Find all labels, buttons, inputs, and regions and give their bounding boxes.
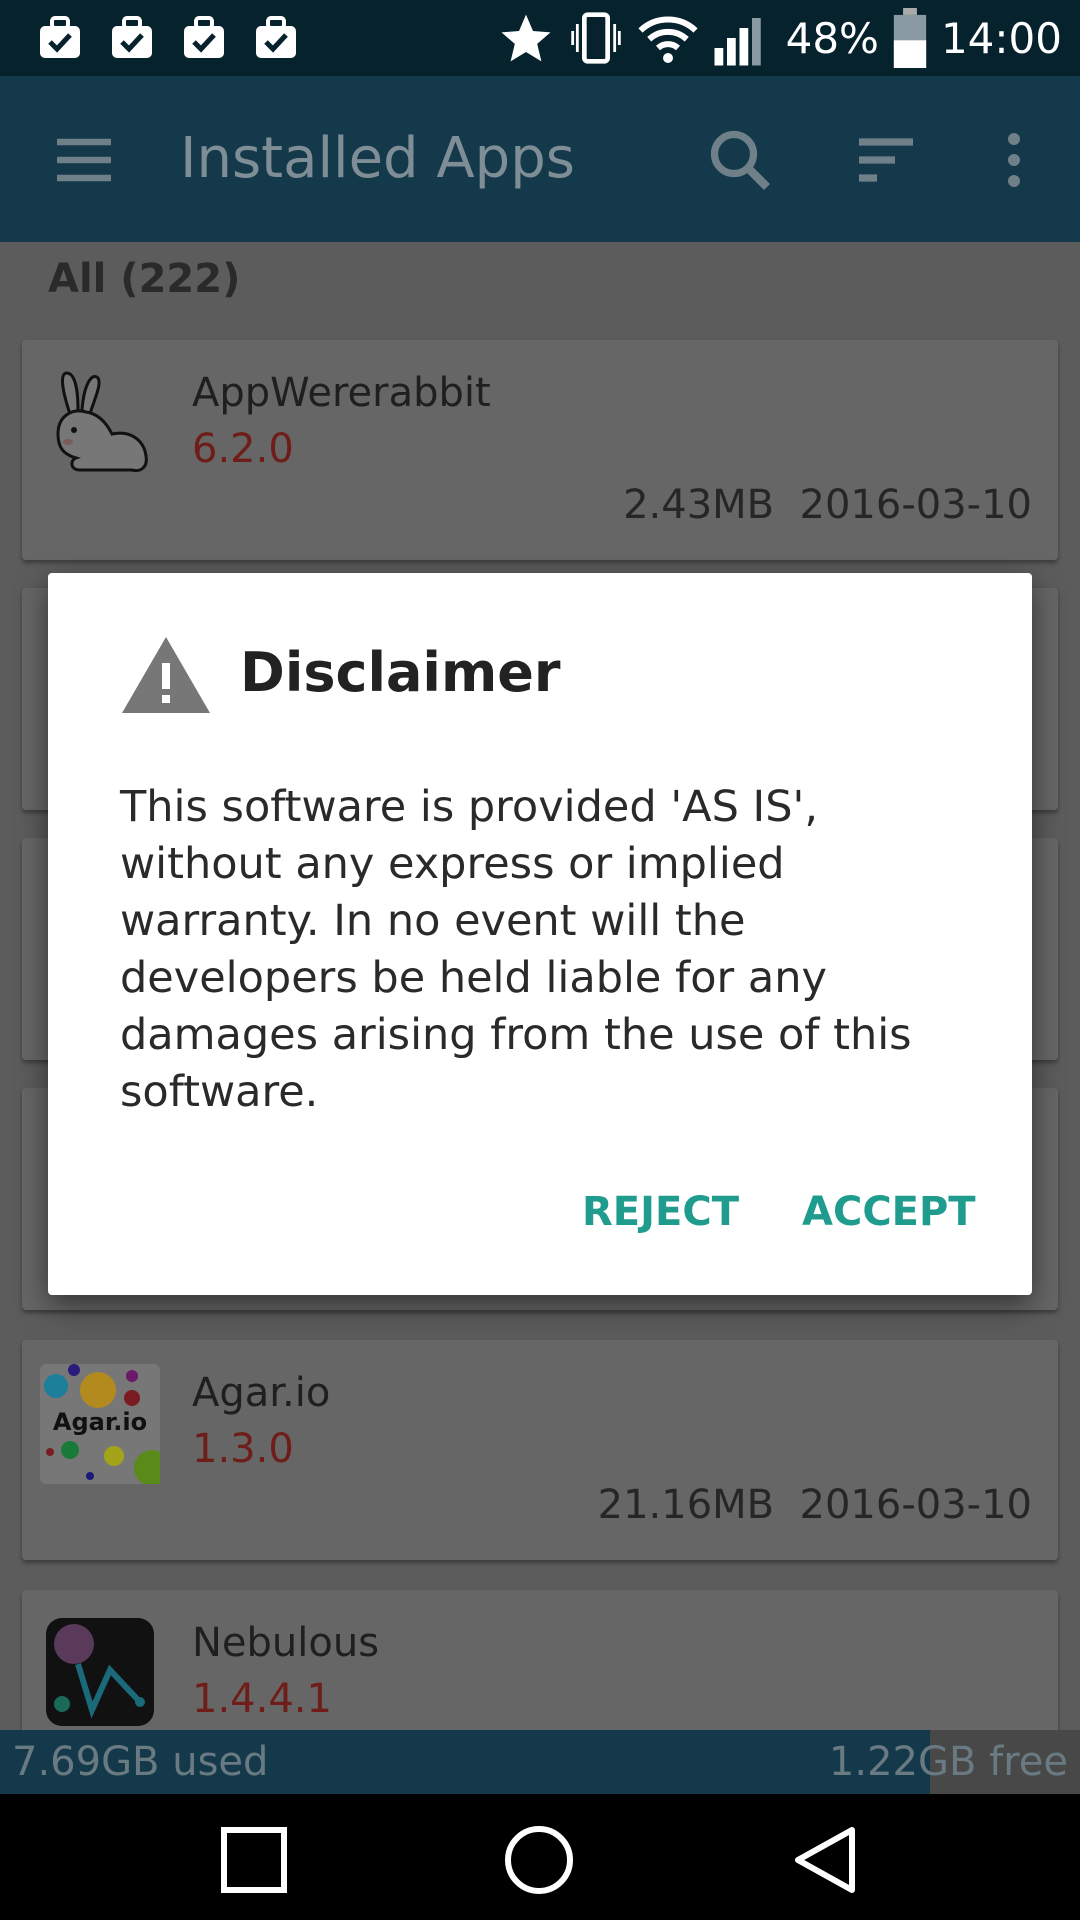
home-icon[interactable]: [499, 1820, 579, 1900]
app-name: Nebulous: [192, 1620, 380, 1666]
app-meta: 21.16MB 2016-03-10: [598, 1482, 1032, 1528]
notification-icons: [36, 14, 300, 62]
briefcase-check-icon: [40, 16, 80, 58]
vibrate-icon: [570, 12, 621, 64]
storage-bar: 7.69GB used 1.22GB free: [0, 1730, 1080, 1794]
clock: 14:00: [940, 13, 1062, 63]
app-size: 2.43MB: [623, 482, 775, 528]
app-name: AppWererabbit: [192, 370, 491, 416]
reject-button[interactable]: REJECT: [582, 1189, 739, 1235]
accept-button[interactable]: ACCEPT: [802, 1189, 976, 1235]
app-date: 2016-03-10: [799, 482, 1032, 528]
app-card[interactable]: AppWererabbit 6.2.0 2.43MB 2016-03-10: [22, 340, 1058, 560]
dialog-message: This software is provided 'AS IS', witho…: [120, 782, 912, 1117]
star-icon: [501, 14, 551, 62]
more-vert-icon[interactable]: [978, 124, 1050, 196]
agar-io-icon: Agar.io: [40, 1364, 160, 1484]
app-date: 2016-03-10: [799, 1482, 1032, 1528]
nebulous-icon: [46, 1618, 154, 1726]
search-icon[interactable]: [704, 124, 776, 196]
agar-io-icon-label: Agar.io: [53, 1408, 147, 1436]
app-card[interactable]: Nebulous 1.4.4.1: [22, 1590, 1058, 1730]
app-version: 1.3.0: [192, 1426, 294, 1472]
recents-icon[interactable]: [214, 1820, 294, 1900]
app-bar: Installed Apps: [0, 76, 1080, 242]
briefcase-check-icon: [256, 16, 296, 58]
battery-icon: [893, 8, 927, 68]
sort-icon[interactable]: [850, 124, 922, 196]
menu-icon[interactable]: [48, 124, 120, 196]
status-icons: 48% 14:00: [498, 8, 1062, 68]
warning-icon: [122, 637, 210, 713]
dialog-title: Disclaimer: [240, 641, 561, 704]
briefcase-check-icon: [112, 16, 152, 58]
app-name: Agar.io: [192, 1370, 331, 1416]
briefcase-check-icon: [184, 16, 224, 58]
app-card[interactable]: Agar.io Agar.io 1.3.0 21.16MB 2016-03-10: [22, 1340, 1058, 1560]
app-title: Installed Apps: [180, 126, 575, 191]
rabbit-icon: [56, 371, 148, 472]
wifi-icon: [638, 16, 698, 63]
signal-icon: [714, 18, 761, 66]
battery-percent: 48%: [785, 13, 879, 63]
app-meta: 2.43MB 2016-03-10: [623, 482, 1032, 528]
navigation-bar: [0, 1794, 1080, 1920]
app-version: 1.4.4.1: [192, 1676, 332, 1722]
section-header: All (222): [48, 256, 241, 302]
storage-used: 7.69GB used: [12, 1739, 269, 1785]
disclaimer-dialog: Disclaimer This software is provided 'AS…: [48, 573, 1032, 1295]
back-icon[interactable]: [784, 1820, 864, 1900]
storage-free: 1.22GB free: [828, 1739, 1068, 1785]
status-bar: 48% 14:00: [0, 0, 1080, 76]
app-version: 6.2.0: [192, 426, 294, 472]
app-size: 21.16MB: [597, 1482, 775, 1528]
